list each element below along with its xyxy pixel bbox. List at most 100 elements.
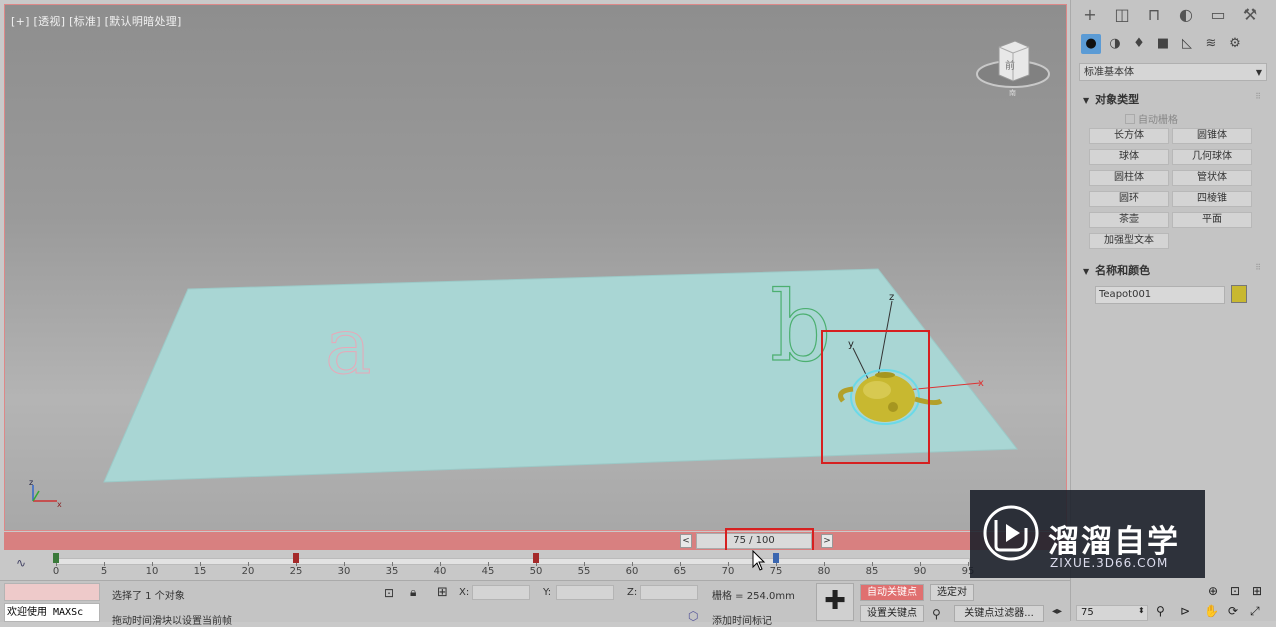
- set-key-big-button[interactable]: ✚: [816, 583, 854, 621]
- track-tick-label: 15: [193, 566, 207, 577]
- teapot-button[interactable]: 茶壶: [1089, 212, 1169, 228]
- y-coordinate-field[interactable]: [556, 585, 614, 600]
- lock-icon[interactable]: 🔒︎: [410, 585, 416, 600]
- display-tab-icon[interactable]: ▭: [1205, 4, 1231, 26]
- create-tab-icon[interactable]: +: [1077, 4, 1103, 26]
- shapes-icon[interactable]: ◑: [1105, 34, 1125, 54]
- modify-tab-icon[interactable]: ◫: [1109, 4, 1135, 26]
- geometry-icon[interactable]: ●: [1081, 34, 1101, 54]
- x-coordinate-field[interactable]: [472, 585, 530, 600]
- track-tick-mark: [728, 562, 729, 566]
- track-tick-label: 35: [385, 566, 399, 577]
- add-time-tag[interactable]: 添加时间标记: [712, 612, 772, 627]
- zoom-icon[interactable]: ⚲: [1156, 604, 1165, 618]
- watermark-title: 溜溜自学: [1048, 524, 1180, 560]
- keyframe-marker[interactable]: [53, 553, 59, 563]
- orbit-icon[interactable]: ⟳: [1228, 604, 1238, 618]
- track-tick-label: 20: [241, 566, 255, 577]
- curve-editor-icon[interactable]: ∿: [16, 556, 26, 570]
- track-tick-mark: [872, 562, 873, 566]
- compass-label: 南: [1009, 88, 1016, 97]
- track-tick-mark: [200, 562, 201, 566]
- torus-button[interactable]: 圆环: [1089, 191, 1169, 207]
- watermark-logo-icon: [983, 505, 1039, 561]
- track-tick-label: 5: [100, 566, 108, 577]
- helpers-icon[interactable]: ◺: [1177, 34, 1197, 54]
- box-button[interactable]: 长方体: [1089, 128, 1169, 144]
- name-color-rollout-title[interactable]: ▼ 名称和颜色: [1083, 262, 1150, 278]
- track-tick-mark: [344, 562, 345, 566]
- frame-spinner-arrows[interactable]: ◂▸: [1052, 606, 1062, 617]
- collapse-icon: ▼: [1083, 267, 1090, 276]
- prev-frame-button[interactable]: <: [680, 534, 692, 548]
- plane-button[interactable]: 平面: [1172, 212, 1252, 228]
- track-tick-label: 45: [481, 566, 495, 577]
- rollout-grip-icon: ⠿: [1255, 263, 1261, 272]
- maxscript-listener-mini[interactable]: [4, 583, 100, 601]
- spinner-icon[interactable]: ⬍: [1138, 606, 1145, 615]
- track-tick-label: 50: [529, 566, 543, 577]
- spacewarps-icon[interactable]: ≋: [1201, 34, 1221, 54]
- track-tick-mark: [104, 562, 105, 566]
- viewcube: 前 南: [976, 40, 1050, 97]
- textplus-button[interactable]: 加强型文本: [1089, 233, 1169, 249]
- selected-dropdown[interactable]: 选定对: [930, 584, 974, 601]
- pan-icon[interactable]: ✋: [1204, 604, 1219, 618]
- gizmo-x-label: x: [978, 378, 984, 389]
- maxscript-input[interactable]: 欢迎使用 MAXSc: [4, 603, 100, 622]
- utilities-tab-icon[interactable]: ⚒: [1237, 4, 1263, 26]
- track-tick-label: 85: [865, 566, 879, 577]
- zoom-all-icon[interactable]: ⊕: [1208, 584, 1218, 598]
- pyramid-button[interactable]: 四棱锥: [1172, 191, 1252, 207]
- isolate-selection-icon[interactable]: ⊡: [384, 586, 394, 600]
- track-tick-mark: [584, 562, 585, 566]
- current-keyframe-marker[interactable]: [773, 553, 779, 563]
- maximize-viewport-icon[interactable]: ⤢: [1250, 604, 1260, 619]
- auto-key-button[interactable]: 自动关键点: [860, 584, 924, 601]
- chevron-down-icon: ▼: [1255, 68, 1262, 77]
- next-frame-button[interactable]: >: [821, 534, 833, 548]
- track-tick-label: 70: [721, 566, 735, 577]
- zoom-extents-icon[interactable]: ⊡: [1230, 584, 1240, 598]
- set-key-button[interactable]: 设置关键点: [860, 605, 924, 622]
- track-tick-mark: [968, 562, 969, 566]
- object-type-rollout-title[interactable]: ▼ 对象类型: [1083, 91, 1139, 107]
- track-tick-label: 30: [337, 566, 351, 577]
- category-dropdown[interactable]: 标准基本体 ▼: [1079, 63, 1267, 81]
- cameras-icon[interactable]: ■: [1153, 34, 1173, 54]
- object-color-swatch[interactable]: [1231, 285, 1247, 303]
- collapse-icon: ▼: [1083, 96, 1090, 105]
- keyframe-marker[interactable]: [533, 553, 539, 563]
- track-tick-label: 10: [145, 566, 159, 577]
- systems-icon[interactable]: ⚙: [1225, 34, 1245, 54]
- key-filters-icon[interactable]: ⚲: [932, 607, 941, 621]
- track-tick-label: 25: [289, 566, 303, 577]
- highlight-teapot: [821, 330, 930, 464]
- cylinder-button[interactable]: 圆柱体: [1089, 170, 1169, 186]
- track-tick-mark: [152, 562, 153, 566]
- track-line[interactable]: [56, 558, 970, 565]
- status-bar: 欢迎使用 MAXSc 选择了 1 个对象 拖动时间滑块以设置当前帧 ⊡ 🔒︎ ⊞…: [0, 580, 1070, 627]
- geosphere-button[interactable]: 几何球体: [1172, 149, 1252, 165]
- motion-tab-icon[interactable]: ◐: [1173, 4, 1199, 26]
- z-label: Z:: [627, 587, 638, 598]
- time-slider-bar[interactable]: < 75 / 100 >: [4, 532, 1067, 550]
- z-coordinate-field[interactable]: [640, 585, 698, 600]
- text-object-a: a: [325, 302, 372, 392]
- sphere-button[interactable]: 球体: [1089, 149, 1169, 165]
- keyframe-marker[interactable]: [293, 553, 299, 563]
- key-filters-button[interactable]: 关键点过滤器...: [954, 605, 1044, 622]
- autogrid-checkbox[interactable]: 自动栅格: [1125, 111, 1178, 126]
- hierarchy-tab-icon[interactable]: ⊓: [1141, 4, 1167, 26]
- transform-mode-icon[interactable]: ⊞: [437, 585, 448, 600]
- x-label: X:: [459, 587, 470, 598]
- cone-button[interactable]: 圆锥体: [1172, 128, 1252, 144]
- gizmo-z-label: z: [889, 292, 894, 303]
- fov-icon[interactable]: ⊳: [1180, 604, 1190, 618]
- grid-size-text: 栅格 = 254.0mm: [712, 591, 795, 602]
- tube-button[interactable]: 管状体: [1172, 170, 1252, 186]
- object-name-field[interactable]: Teapot001: [1095, 286, 1225, 304]
- lights-icon[interactable]: ♦: [1129, 34, 1149, 54]
- checkbox-icon: [1125, 114, 1135, 124]
- zoom-extents-all-icon[interactable]: ⊞: [1252, 584, 1262, 598]
